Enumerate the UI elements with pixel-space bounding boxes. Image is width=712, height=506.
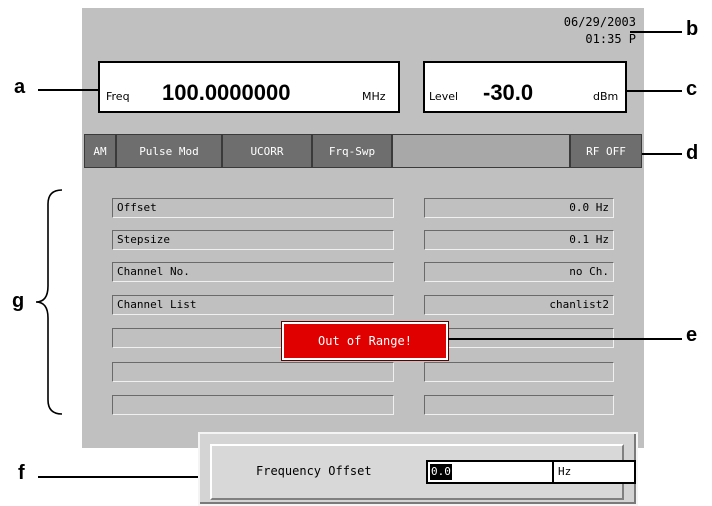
param-value-stepsize[interactable]: 0.1 Hz — [424, 230, 614, 250]
param-label-empty-2 — [112, 362, 394, 382]
freq-label: Freq — [106, 90, 130, 103]
entry-dialog: Frequency Offset 0.0 Hz — [198, 432, 638, 506]
param-label-stepsize: Stepsize — [112, 230, 394, 250]
annotation-a-line — [38, 89, 98, 91]
annotation-d: d — [686, 142, 699, 164]
level-label: Level — [429, 90, 459, 103]
entry-dialog-panel: Frequency Offset 0.0 Hz — [210, 444, 636, 500]
freq-unit: MHz — [362, 90, 386, 103]
freq-value: 100.0000000 — [162, 80, 291, 105]
rf-off-softkey[interactable]: RF OFF — [570, 134, 642, 168]
level-unit: dBm — [593, 90, 619, 103]
entry-divider — [552, 462, 554, 482]
param-value-channel-no[interactable]: no Ch. — [424, 262, 614, 282]
frequency-display[interactable]: Freq 100.0000000 MHz — [98, 61, 400, 113]
param-value-empty-3[interactable] — [424, 395, 614, 415]
am-softkey[interactable]: AM — [84, 134, 116, 168]
param-value-offset[interactable]: 0.0 Hz — [424, 198, 614, 218]
entry-field[interactable]: 0.0 Hz — [426, 460, 636, 484]
entry-unit: Hz — [558, 465, 572, 478]
param-label-channel-list: Channel List — [112, 295, 394, 315]
annotation-c-line — [627, 90, 682, 92]
param-value-channel-list[interactable]: chanlist2 — [424, 295, 614, 315]
ucorr-softkey[interactable]: UCORR — [222, 134, 312, 168]
pulse-mod-softkey[interactable]: Pulse Mod — [116, 134, 222, 168]
annotation-e-line — [448, 338, 682, 340]
frq-swp-softkey[interactable]: Frq-Swp — [312, 134, 392, 168]
param-value-empty-2[interactable] — [424, 362, 614, 382]
annotation-a: a — [14, 76, 26, 98]
annotation-g: g — [12, 290, 25, 312]
entry-value: 0.0 — [430, 464, 452, 480]
annotation-b-line — [630, 31, 682, 33]
status-date: 06/29/2003 — [563, 15, 636, 29]
annotation-c: c — [686, 78, 698, 100]
annotation-f-line — [38, 476, 198, 478]
annotation-b: b — [686, 18, 699, 40]
out-of-range-popup[interactable]: Out of Range! — [281, 321, 449, 361]
status-time: 01:35 P — [585, 32, 636, 46]
annotation-d-line — [642, 153, 682, 155]
param-label-offset: Offset — [112, 198, 394, 218]
annotation-e: e — [686, 324, 698, 346]
annotation-f: f — [18, 462, 25, 484]
softkey-bar-spacer — [392, 134, 570, 168]
entry-label: Frequency Offset — [256, 464, 372, 478]
level-value: -30.0 — [483, 80, 534, 105]
param-label-channel-no: Channel No. — [112, 262, 394, 282]
param-label-empty-3 — [112, 395, 394, 415]
annotation-g-brace — [35, 189, 63, 415]
level-display[interactable]: Level -30.0 dBm — [423, 61, 627, 113]
